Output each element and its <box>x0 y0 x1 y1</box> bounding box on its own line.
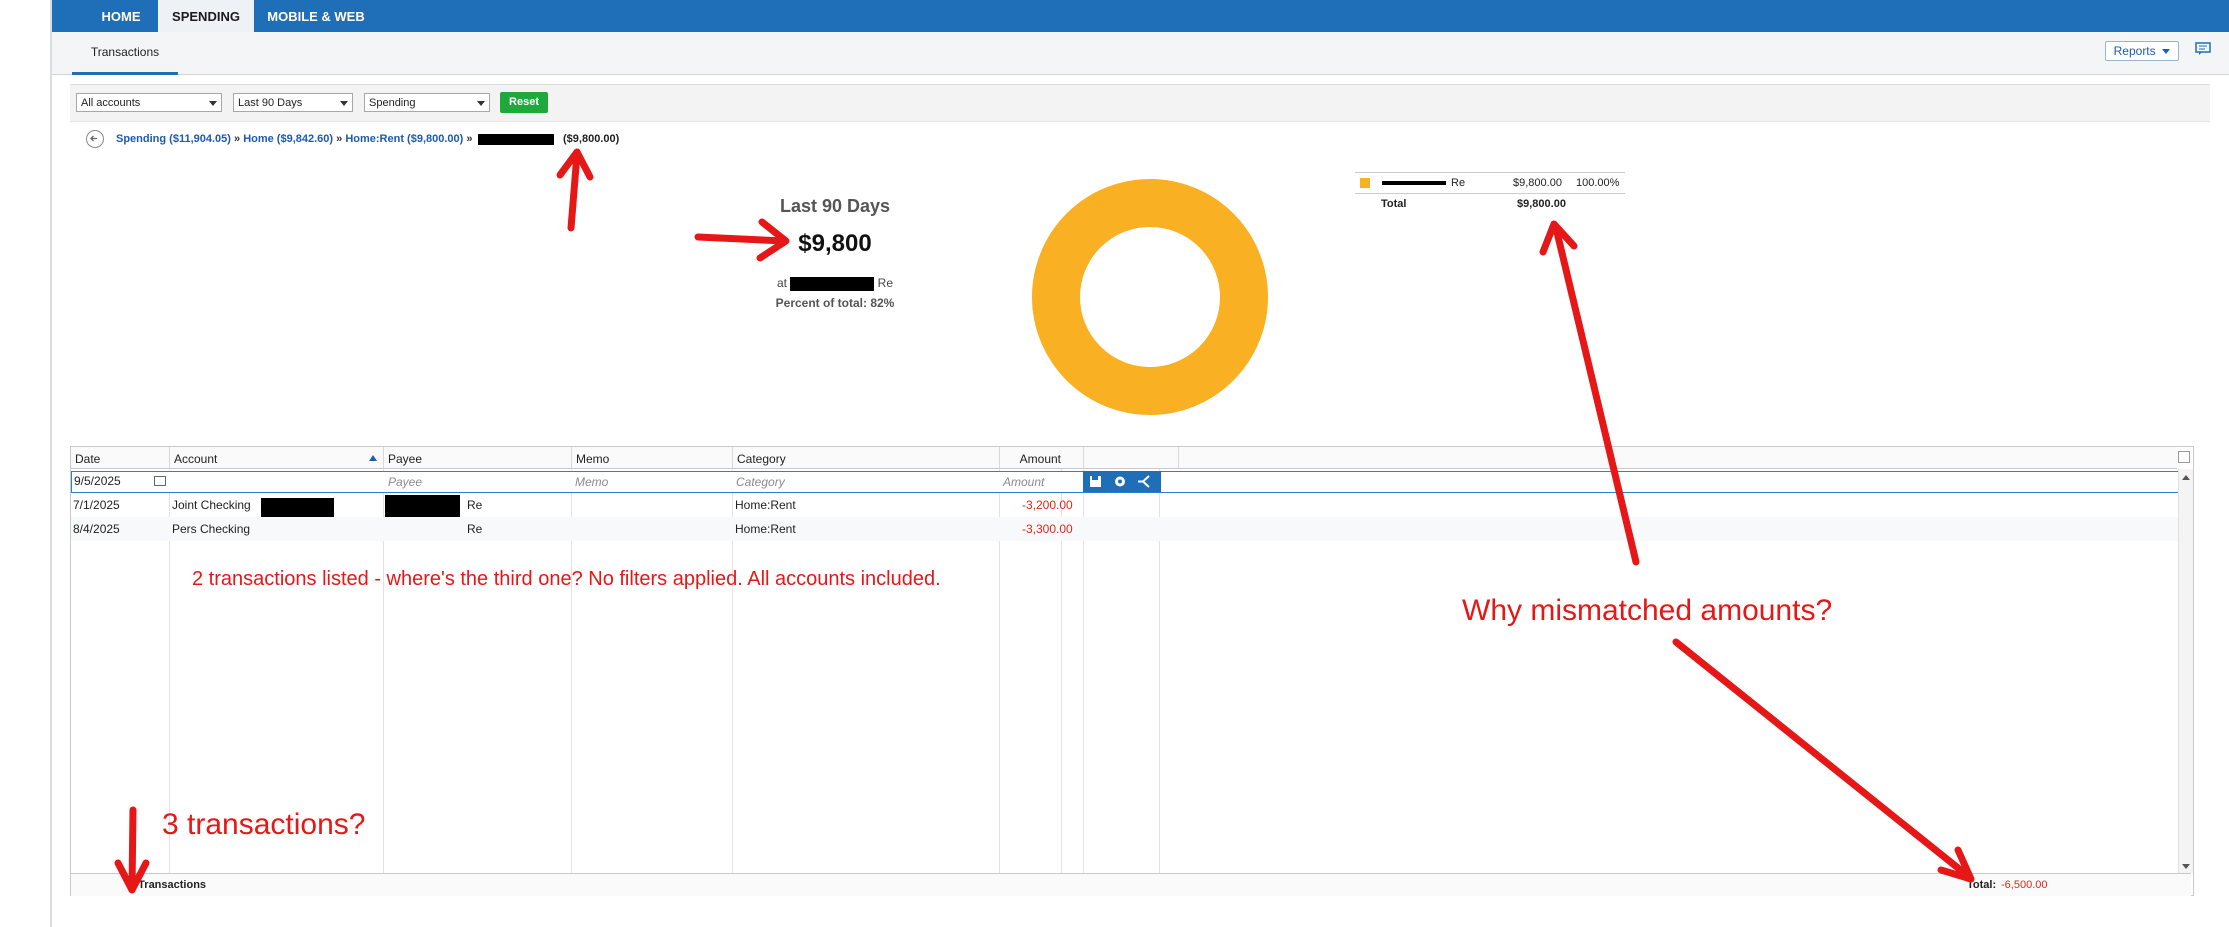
scroll-down-icon[interactable] <box>2182 864 2190 869</box>
scroll-up-icon[interactable] <box>2182 475 2190 480</box>
total-label: Total: <box>1967 879 1997 891</box>
type-select[interactable]: Spending <box>364 93 490 112</box>
row-action-toolbar <box>1083 471 1161 492</box>
breadcrumb-home[interactable]: Home ($9,842.60) <box>243 133 333 145</box>
redaction-box <box>1382 181 1446 185</box>
memo-input[interactable]: Memo <box>575 475 608 489</box>
row-date: 7/1/2025 <box>73 498 120 512</box>
summary-payee-suffix: Re <box>877 276 894 290</box>
date-input[interactable]: 9/5/2025 <box>74 474 168 489</box>
column-header-filler <box>1179 447 2177 469</box>
top-nav-bar: HOME SPENDING MOBILE & WEB <box>52 0 2229 32</box>
date-input-value: 9/5/2025 <box>74 474 121 488</box>
annotation-three-transactions: 3 transactions? <box>162 808 366 841</box>
chart-legend: Re $9,800.00 100.00% Total $9,800.00 <box>1355 172 1625 214</box>
chevron-down-icon <box>477 101 485 106</box>
left-app-strip <box>0 0 52 927</box>
spending-donut-chart[interactable] <box>1030 177 1270 417</box>
arrow-to-breadcrumb <box>556 148 594 232</box>
feedback-icon[interactable] <box>2195 42 2211 56</box>
summary-at: at <box>776 276 787 290</box>
column-header-account[interactable]: Account <box>170 447 384 469</box>
transaction-count: 3 Transactions <box>129 879 207 891</box>
gear-icon <box>1115 476 1125 487</box>
save-icon <box>1090 476 1101 487</box>
redaction-box <box>790 276 875 291</box>
legend-swatch <box>1360 178 1370 188</box>
new-transaction-row[interactable]: 9/5/2025 Payee Memo Category Amount <box>71 471 2189 493</box>
column-header-payee[interactable]: Payee <box>384 447 572 469</box>
account-select[interactable]: All accounts <box>76 93 222 112</box>
column-header-amount[interactable]: Amount <box>1000 447 1084 469</box>
table-row[interactable]: 7/1/2025 Joint Checking Re Home:Rent -3,… <box>71 493 2191 540</box>
annotation-mismatch: Why mismatched amounts? <box>1462 594 1833 627</box>
legend-total-amount: $9,800.00 <box>1517 198 1566 210</box>
breadcrumb-separator: » <box>336 133 343 145</box>
date-range-select[interactable]: Last 90 Days <box>233 93 353 112</box>
back-icon[interactable] <box>86 130 104 148</box>
row-date: 8/4/2025 <box>73 522 120 536</box>
category-input[interactable]: Category <box>736 475 785 489</box>
row-category: Home:Rent <box>735 498 796 512</box>
account-select-value: All accounts <box>81 97 141 109</box>
reports-button[interactable]: Reports <box>2104 41 2179 61</box>
table-row[interactable]: 8/4/2025 Pers Checking Re Home:Rent -3,3… <box>71 517 2191 541</box>
summary-period: Last 90 Days <box>779 196 891 216</box>
legend-total-row: Total $9,800.00 <box>1355 194 1625 214</box>
row-amount: -3,200.00 <box>1022 498 1073 512</box>
annotation-missing-transaction: 2 transactions listed - where's the thir… <box>192 568 941 590</box>
chevron-down-icon <box>209 101 217 106</box>
summary-percent: Percent of total: 82% <box>775 296 895 310</box>
chevron-down-icon <box>340 101 348 106</box>
legend-total-label: Total <box>1381 198 1407 210</box>
redaction-box <box>478 134 554 145</box>
vertical-scrollbar[interactable] <box>2178 469 2193 873</box>
breadcrumb: Spending ($11,904.05) » Home ($9,842.60)… <box>116 133 473 153</box>
payee-input[interactable]: Payee <box>388 475 422 489</box>
tab-home[interactable]: HOME <box>88 0 154 32</box>
breadcrumb-current-amount: ($9,800.00) <box>563 133 620 145</box>
row-payee-suffix: Re <box>467 498 483 512</box>
date-range-value: Last 90 Days <box>238 97 303 109</box>
legend-row[interactable]: Re $9,800.00 100.00% <box>1355 172 1625 194</box>
summary-amount: $9,800 <box>798 230 872 257</box>
breadcrumb-spending[interactable]: Spending ($11,904.05) <box>116 133 231 145</box>
column-header-category[interactable]: Category <box>733 447 1000 469</box>
reports-label: Reports <box>2113 44 2156 58</box>
row-account: Pers Checking <box>172 522 251 536</box>
row-payee-suffix: Re <box>467 522 483 536</box>
chevron-down-icon <box>2162 49 2170 55</box>
breadcrumb-home-rent[interactable]: Home:Rent ($9,800.00) <box>345 133 463 145</box>
legend-name-suffix: Re <box>1451 177 1466 189</box>
row-category: Home:Rent <box>735 522 796 536</box>
donut-slice-rent <box>1032 179 1268 415</box>
type-select-value: Spending <box>369 97 416 109</box>
breadcrumb-separator: » <box>466 133 473 145</box>
tab-mobile-web[interactable]: MOBILE & WEB <box>266 0 366 32</box>
column-header-account-label: Account <box>174 452 218 466</box>
sort-ascending-icon <box>369 455 377 461</box>
column-header-memo[interactable]: Memo <box>572 447 733 469</box>
column-header-date[interactable]: Date <box>71 447 170 469</box>
left-divider <box>50 0 52 927</box>
grid-footer: 3 Transactions Total: -6,500.00 <box>71 873 2191 896</box>
row-account: Joint Checking <box>172 498 251 512</box>
tab-spending[interactable]: SPENDING <box>158 0 254 32</box>
row-amount: -3,300.00 <box>1022 522 1073 536</box>
breadcrumb-separator: » <box>234 133 241 145</box>
column-chooser-icon[interactable] <box>2178 451 2190 463</box>
legend-percent: 100.00% <box>1576 177 1620 189</box>
calendar-icon[interactable] <box>154 476 166 486</box>
transactions-grid: Date Account Payee Memo Category Amount … <box>70 446 2194 896</box>
tab-transactions[interactable]: Transactions <box>72 32 178 75</box>
amount-input[interactable]: Amount <box>1003 475 1044 489</box>
reset-button[interactable]: Reset <box>500 92 548 113</box>
filter-bar: All accounts Last 90 Days Spending Reset <box>70 84 2210 122</box>
legend-amount: $9,800.00 <box>1513 177 1562 189</box>
sub-nav-bar: Transactions Reports <box>52 32 2229 75</box>
total-value: -6,500.00 <box>2001 879 2048 891</box>
split-icon <box>1138 475 1150 488</box>
column-header-actions <box>1084 447 1179 469</box>
summary-payee-line: at Re <box>740 276 930 291</box>
